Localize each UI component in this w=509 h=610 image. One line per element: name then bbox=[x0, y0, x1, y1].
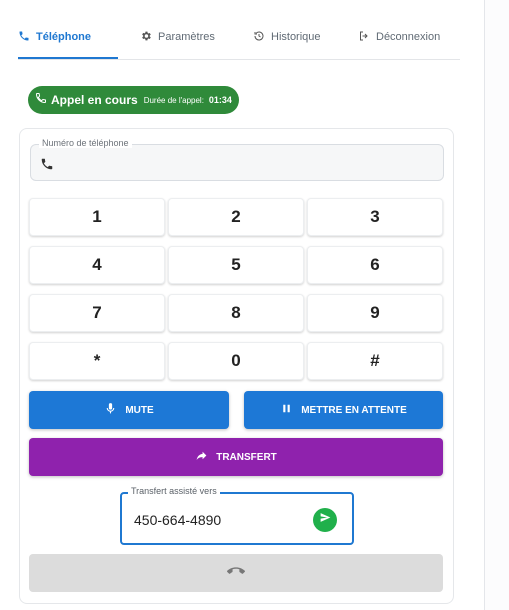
send-transfer-button[interactable] bbox=[313, 508, 337, 532]
gear-icon bbox=[140, 30, 152, 45]
side-panel bbox=[484, 0, 509, 610]
tab-label: Téléphone bbox=[36, 31, 92, 43]
transfer-button[interactable]: TRANSFERT bbox=[29, 438, 443, 476]
tab-label: Déconnexion bbox=[376, 31, 441, 43]
assisted-transfer-label: Transfert assisté vers bbox=[128, 486, 220, 496]
hold-button[interactable]: METTRE EN ATTENTE bbox=[244, 391, 443, 429]
tab-label: Historique bbox=[271, 31, 321, 43]
history-icon bbox=[253, 30, 265, 45]
send-icon bbox=[319, 511, 332, 529]
keypad-key-1[interactable]: 1 bbox=[29, 198, 165, 236]
forward-arrow-icon bbox=[195, 449, 208, 465]
phone-icon bbox=[18, 30, 30, 45]
keypad-key-5[interactable]: 5 bbox=[168, 246, 304, 284]
keypad-key-9[interactable]: 9 bbox=[307, 294, 443, 332]
tab-deconnexion[interactable]: Déconnexion bbox=[358, 27, 440, 47]
microphone-icon bbox=[104, 402, 117, 418]
phone-icon bbox=[35, 91, 51, 109]
pause-icon bbox=[280, 402, 293, 418]
call-duration-value: 01:34 bbox=[208, 95, 232, 105]
assisted-transfer-value: 450-664-4890 bbox=[134, 512, 222, 528]
logout-icon bbox=[358, 30, 370, 45]
transfer-label: TRANSFERT bbox=[216, 451, 277, 463]
keypad-key-2[interactable]: 2 bbox=[168, 198, 304, 236]
tab-label: Paramètres bbox=[158, 31, 215, 43]
keypad-key-3[interactable]: 3 bbox=[307, 198, 443, 236]
keypad-key-8[interactable]: 8 bbox=[168, 294, 304, 332]
mute-button[interactable]: MUTE bbox=[29, 391, 229, 429]
tab-bar: Téléphone Paramètres Historique Déconnex… bbox=[18, 18, 460, 60]
keypad-key-0[interactable]: 0 bbox=[168, 342, 304, 380]
assisted-transfer-input[interactable]: Transfert assisté vers 450-664-4890 bbox=[120, 486, 354, 545]
mute-label: MUTE bbox=[125, 404, 154, 416]
call-status-label: Appel en cours bbox=[51, 93, 138, 107]
keypad-key-star[interactable]: * bbox=[29, 342, 165, 380]
hangup-button[interactable] bbox=[29, 554, 443, 592]
keypad-key-6[interactable]: 6 bbox=[307, 246, 443, 284]
hangup-phone-icon bbox=[227, 562, 245, 585]
tab-telephone[interactable]: Téléphone bbox=[18, 27, 91, 47]
call-duration-label: Durée de l'appel: bbox=[143, 95, 204, 105]
keypad-key-7[interactable]: 7 bbox=[29, 294, 165, 332]
hold-label: METTRE EN ATTENTE bbox=[301, 404, 407, 416]
keypad-key-hash[interactable]: # bbox=[307, 342, 443, 380]
active-tab-indicator bbox=[18, 57, 118, 59]
tab-historique[interactable]: Historique bbox=[253, 27, 321, 47]
keypad-key-4[interactable]: 4 bbox=[29, 246, 165, 284]
tab-parametres[interactable]: Paramètres bbox=[140, 27, 215, 47]
phone-app: Téléphone Paramètres Historique Déconnex… bbox=[0, 0, 509, 610]
call-status-badge: Appel en cours Durée de l'appel: 01:34 bbox=[28, 86, 239, 114]
phone-number-input[interactable]: Numéro de téléphone bbox=[30, 138, 444, 181]
phone-number-label: Numéro de téléphone bbox=[39, 138, 132, 148]
